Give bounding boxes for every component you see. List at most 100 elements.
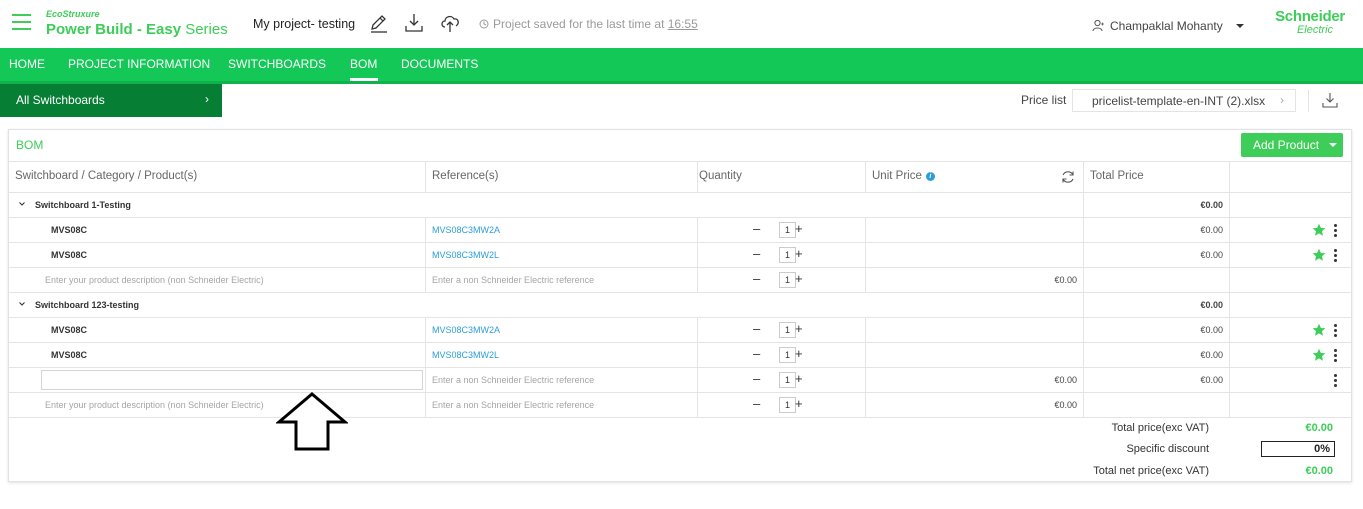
qty-decrease-button[interactable]: – xyxy=(753,247,760,261)
unit-price-input[interactable]: €0.00 xyxy=(869,375,1077,385)
qty-increase-button[interactable]: + xyxy=(795,347,803,361)
hamburger-menu-icon[interactable] xyxy=(12,14,31,30)
more-options-icon[interactable] xyxy=(1334,374,1338,387)
main-nav: HOME PROJECT INFORMATION SWITCHBOARDS BO… xyxy=(0,48,1363,81)
chevron-right-icon: › xyxy=(1280,93,1284,107)
caret-down-icon xyxy=(1236,24,1245,28)
group-total: €0.00 xyxy=(1200,300,1223,310)
qty-increase-button[interactable]: + xyxy=(795,397,803,411)
product-description-input[interactable]: Enter your product description (non Schn… xyxy=(45,275,264,285)
group-total: €0.00 xyxy=(1200,200,1223,210)
nav-documents[interactable]: DOCUMENTS xyxy=(401,57,478,71)
product-reference-link[interactable]: MVS08C3MW2A xyxy=(432,225,500,235)
qty-decrease-button[interactable]: – xyxy=(753,222,760,236)
schneider-electric-logo: Schneider Electric xyxy=(1275,8,1345,36)
all-switchboards-selector[interactable]: All Switchboards › xyxy=(0,84,222,117)
qty-increase-button[interactable]: + xyxy=(795,322,803,336)
save-status-text: Project saved for the last time at xyxy=(493,17,668,31)
specific-discount-input[interactable]: 0% xyxy=(1261,441,1335,457)
group-name: Switchboard 1-Testing xyxy=(35,200,131,210)
total-price: €0.00 xyxy=(1200,350,1223,360)
user-menu[interactable]: Champaklal Mohanty xyxy=(1092,19,1245,33)
nav-project-information[interactable]: PROJECT INFORMATION xyxy=(68,57,210,71)
price-list-value: pricelist-template-en-INT (2).xlsx xyxy=(1092,94,1266,108)
star-icon[interactable] xyxy=(1312,223,1326,237)
table-row: MVS08C MVS08C3MW2L – 1 + €0.00 xyxy=(9,242,1351,267)
chevron-down-icon[interactable] xyxy=(18,200,26,208)
product-reference-link[interactable]: MVS08C3MW2A xyxy=(432,325,500,335)
all-switchboards-label: All Switchboards xyxy=(16,93,105,107)
qty-input[interactable]: 1 xyxy=(779,272,796,288)
reference-input[interactable]: Enter a non Schneider Electric reference xyxy=(432,400,594,410)
unit-price-input[interactable]: €0.00 xyxy=(869,275,1077,285)
qty-input[interactable]: 1 xyxy=(779,247,796,263)
more-options-icon[interactable] xyxy=(1334,349,1338,362)
cloud-upload-icon[interactable] xyxy=(439,12,461,34)
qty-increase-button[interactable]: + xyxy=(795,372,803,386)
total-net-price-label: Total net price(exc VAT) xyxy=(1093,465,1209,477)
table-row: MVS08C MVS08C3MW2L – 1 + €0.00 xyxy=(9,342,1351,367)
table-row: MVS08C MVS08C3MW2A – 1 + €0.00 xyxy=(9,217,1351,242)
qty-decrease-button[interactable]: – xyxy=(753,272,760,286)
more-options-icon[interactable] xyxy=(1334,249,1338,262)
table-row: MVS08C MVS08C3MW2A – 1 + €0.00 xyxy=(9,317,1351,342)
save-time: 16:55 xyxy=(667,17,698,31)
app-title: Power Build - Easy Series xyxy=(46,21,228,38)
unit-price-input[interactable]: €0.00 xyxy=(869,400,1077,410)
nav-bom[interactable]: BOM xyxy=(350,57,377,71)
qty-input[interactable]: 1 xyxy=(779,322,796,338)
qty-increase-button[interactable]: + xyxy=(795,272,803,286)
bom-table-header: Switchboard / Category / Product(s) Refe… xyxy=(9,161,1351,192)
nav-home[interactable]: HOME xyxy=(9,57,45,71)
reference-input[interactable]: Enter a non Schneider Electric reference xyxy=(432,375,594,385)
more-options-icon[interactable] xyxy=(1334,324,1338,337)
product-name: MVS08C xyxy=(51,350,88,360)
qty-decrease-button[interactable]: – xyxy=(753,397,760,411)
refresh-icon[interactable] xyxy=(1060,169,1076,185)
star-icon[interactable] xyxy=(1312,323,1326,337)
divider xyxy=(1308,90,1309,112)
project-name: My project- testing xyxy=(253,17,356,31)
col-quantity: Quantity xyxy=(699,170,742,182)
star-icon[interactable] xyxy=(1312,348,1326,362)
price-list-select[interactable]: pricelist-template-en-INT (2).xlsx › xyxy=(1072,89,1296,112)
col-reference: Reference(s) xyxy=(432,170,499,182)
add-product-button[interactable]: Add Product xyxy=(1241,133,1343,157)
product-reference-link[interactable]: MVS08C3MW2L xyxy=(432,250,499,260)
qty-input[interactable]: 1 xyxy=(779,222,796,238)
qty-input[interactable]: 1 xyxy=(779,372,796,388)
qty-increase-button[interactable]: + xyxy=(795,247,803,261)
clock-icon xyxy=(479,19,489,29)
download-icon[interactable] xyxy=(403,12,425,34)
product-reference-link[interactable]: MVS08C3MW2L xyxy=(432,350,499,360)
nav-switchboards[interactable]: SWITCHBOARDS xyxy=(228,57,326,71)
col-total-price: Total Price xyxy=(1090,170,1144,182)
qty-decrease-button[interactable]: – xyxy=(753,372,760,386)
col-unit-price: Unit Price i xyxy=(872,170,935,182)
chevron-down-icon[interactable] xyxy=(18,300,26,308)
reference-input[interactable]: Enter a non Schneider Electric reference xyxy=(432,275,594,285)
qty-decrease-button[interactable]: – xyxy=(753,347,760,361)
star-icon[interactable] xyxy=(1312,248,1326,262)
more-options-icon[interactable] xyxy=(1334,224,1338,237)
user-name: Champaklal Mohanty xyxy=(1110,19,1223,33)
caret-down-icon[interactable] xyxy=(1329,143,1337,147)
info-icon[interactable]: i xyxy=(925,172,935,181)
group-row: Switchboard 123-testing €0.00 xyxy=(9,292,1351,317)
product-name: MVS08C xyxy=(51,250,88,260)
product-description-input-active[interactable] xyxy=(41,370,423,390)
table-bottom-border xyxy=(9,417,1351,418)
price-list-download-icon[interactable] xyxy=(1320,90,1340,110)
product-name: MVS08C xyxy=(51,325,88,335)
up-arrow-annotation-icon xyxy=(276,392,348,451)
qty-input[interactable]: 1 xyxy=(779,347,796,363)
price-list-label: Price list xyxy=(1021,93,1067,107)
qty-increase-button[interactable]: + xyxy=(795,222,803,236)
group-row: Switchboard 1-Testing €0.00 xyxy=(9,192,1351,217)
qty-input[interactable]: 1 xyxy=(779,397,796,413)
edit-pencil-icon[interactable] xyxy=(368,12,390,34)
qty-decrease-button[interactable]: – xyxy=(753,322,760,336)
total-price-value: €0.00 xyxy=(1305,422,1333,434)
bom-card: BOM Add Product Switchboard / Category /… xyxy=(8,129,1352,482)
product-description-input[interactable]: Enter your product description (non Schn… xyxy=(45,400,264,410)
